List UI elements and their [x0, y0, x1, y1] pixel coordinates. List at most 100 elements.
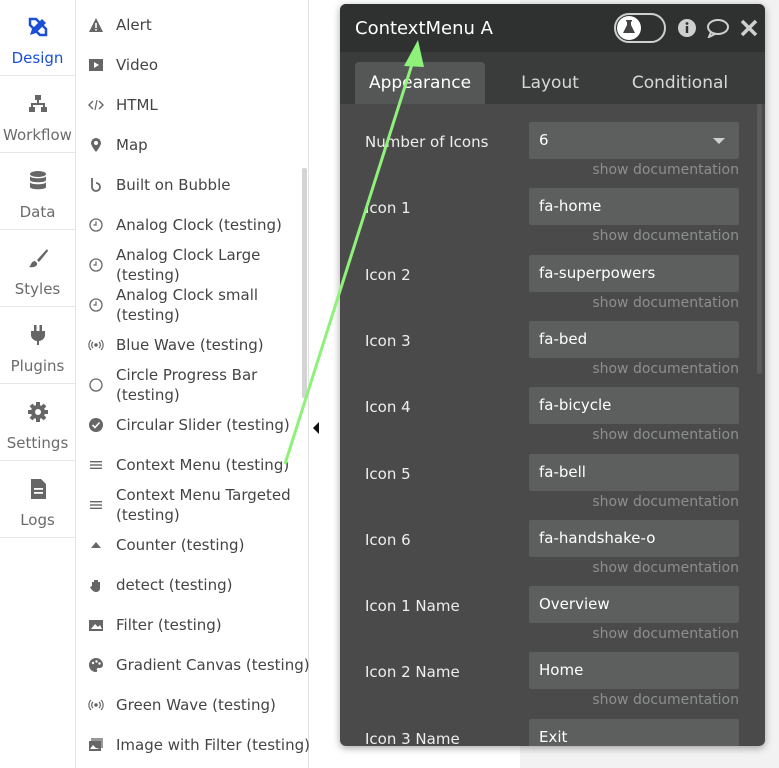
circle-icon [89, 378, 103, 392]
property-input[interactable]: Overview [529, 586, 739, 624]
nav-item-styles[interactable]: Styles [0, 231, 75, 307]
palette-item[interactable]: HTML [76, 95, 304, 117]
property-value: fa-bell [539, 462, 586, 481]
property-value: fa-superpowers [539, 263, 656, 282]
property-label: Icon 6 [365, 530, 411, 549]
editor-tabs: Appearance Layout Conditional [340, 52, 765, 104]
show-documentation-link[interactable]: show documentation [592, 427, 739, 443]
property-editor: ContextMenu A Appearance Layout Conditio… [340, 4, 765, 746]
palette-item[interactable]: Video [76, 55, 304, 77]
play-icon [89, 59, 103, 71]
palette-item-label: Image with Filter (testing) [116, 736, 310, 754]
tab-conditional[interactable]: Conditional [615, 62, 745, 104]
number-of-icons-dropdown[interactable]: 6 [529, 122, 739, 159]
test-mode-toggle[interactable] [614, 13, 666, 43]
nav-item-logs[interactable]: Logs [0, 462, 75, 538]
property-input[interactable]: fa-superpowers [529, 254, 739, 292]
gear-icon [28, 402, 48, 422]
property-input[interactable]: fa-bed [529, 320, 739, 358]
tab-appearance[interactable]: Appearance [355, 62, 485, 104]
palette-item[interactable]: Built on Bubble [76, 175, 304, 197]
palette-item[interactable]: Context Menu Targeted (testing) [76, 485, 304, 525]
palette-item[interactable]: Circle Progress Bar (testing) [76, 365, 304, 405]
nav-item-plugins[interactable]: Plugins [0, 308, 75, 384]
palette-item[interactable]: Context Menu (testing) [76, 455, 304, 477]
property-label: Icon 3 Name [365, 729, 460, 746]
palette-item-label: Built on Bubble [116, 176, 231, 194]
nav-label-data: Data [19, 203, 56, 221]
appearance-properties: Number of Icons 6 show documentation Icon 1… [340, 104, 765, 746]
panel-gutter [309, 0, 327, 768]
palette-item[interactable]: Image with Filter (testing) [76, 735, 310, 757]
comment-icon[interactable] [706, 18, 730, 38]
palette-item[interactable]: Gradient Canvas (testing) [76, 655, 310, 677]
editor-title: ContextMenu A [355, 18, 493, 39]
element-palette: Alert Video HTML Map Built on Bubble Analog C… [76, 0, 310, 768]
palette-item-label: Context Menu (testing) [116, 456, 290, 474]
palette-item[interactable]: Counter (testing) [76, 535, 304, 557]
map-pin-icon [91, 138, 101, 152]
palette-item[interactable]: Analog Clock Large (testing) [76, 245, 304, 285]
palette-item-label: Alert [116, 16, 152, 34]
show-documentation-link[interactable]: show documentation [592, 626, 739, 642]
property-value: Home [539, 661, 584, 680]
show-documentation-link[interactable]: show documentation [592, 692, 739, 708]
palette-item-label: Video [116, 56, 159, 74]
editor-header[interactable]: ContextMenu A [340, 4, 765, 52]
tab-layout[interactable]: Layout [490, 62, 610, 104]
show-documentation-link[interactable]: show documentation [592, 361, 739, 377]
brush-icon [29, 249, 48, 268]
property-label: Icon 1 Name [365, 597, 460, 616]
palette-item[interactable]: Green Wave (testing) [76, 695, 304, 717]
collapse-arrow-icon[interactable] [313, 422, 319, 434]
show-documentation-link[interactable]: show documentation [592, 494, 739, 510]
warning-icon [89, 18, 103, 32]
nav-label-settings: Settings [6, 434, 69, 452]
show-documentation-link[interactable]: show documentation [592, 560, 739, 576]
clock-icon [89, 258, 103, 272]
palette-item-label: HTML [116, 96, 158, 114]
property-value: Overview [539, 595, 610, 614]
show-documentation-link[interactable]: show documentation [592, 162, 739, 178]
property-input[interactable]: Home [529, 652, 739, 690]
property-label: Icon 3 [365, 331, 411, 350]
chevron-down-icon [713, 138, 725, 144]
clock-icon [89, 298, 103, 312]
property-input[interactable]: Exit [529, 718, 739, 746]
palette-item[interactable]: Filter (testing) [76, 615, 304, 637]
design-icon [28, 17, 48, 37]
menu-icon [90, 461, 102, 469]
palette-item[interactable]: Blue Wave (testing) [76, 335, 304, 357]
left-nav: Design Workflow Data Styles Plugins Sett… [0, 0, 76, 768]
show-documentation-link[interactable]: show documentation [592, 295, 739, 311]
show-documentation-link[interactable]: show documentation [592, 228, 739, 244]
palette-item-label: detect (testing) [116, 576, 233, 594]
caret-up-icon [91, 542, 101, 548]
property-value: fa-handshake-o [539, 528, 656, 547]
property-input[interactable]: fa-home [529, 188, 739, 226]
palette-item-label: Analog Clock Large (testing) [116, 246, 261, 284]
palette-item-label: Green Wave (testing) [116, 696, 276, 714]
palette-item[interactable]: Map [76, 135, 304, 157]
nav-item-data[interactable]: Data [0, 154, 75, 230]
property-input[interactable]: fa-bicycle [529, 387, 739, 425]
info-icon[interactable] [677, 18, 697, 38]
property-input[interactable]: fa-handshake-o [529, 519, 739, 557]
palette-scrollbar[interactable] [302, 168, 307, 398]
wave-icon [88, 339, 104, 351]
property-input[interactable]: fa-bell [529, 453, 739, 491]
check-circle-icon [89, 418, 103, 432]
close-icon[interactable] [740, 18, 758, 38]
nav-item-settings[interactable]: Settings [0, 385, 75, 461]
property-label: Icon 5 [365, 464, 411, 483]
nav-item-workflow[interactable]: Workflow [0, 77, 75, 153]
palette-item[interactable]: Analog Clock (testing) [76, 215, 304, 237]
palette-item[interactable]: detect (testing) [76, 575, 304, 597]
palette-item[interactable]: Alert [76, 15, 304, 37]
palette-item-label: Analog Clock small (testing) [116, 286, 259, 324]
palette-item[interactable]: Circular Slider (testing) [76, 415, 304, 437]
nav-item-design[interactable]: Design [0, 0, 75, 76]
palette-item[interactable]: Analog Clock small (testing) [76, 285, 304, 325]
editor-scrollbar[interactable] [757, 104, 762, 374]
palette-item-label: Counter (testing) [116, 536, 245, 554]
